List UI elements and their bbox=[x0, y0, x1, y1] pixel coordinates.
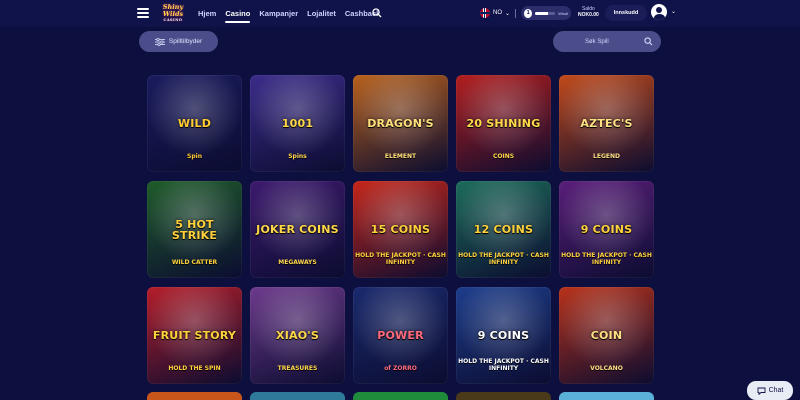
game-title: 20 SHINING bbox=[466, 117, 541, 130]
filter-label: Spilltilbyder bbox=[168, 38, 203, 45]
game-title: 15 COINS bbox=[370, 223, 431, 236]
main-nav: Hjem Casino Kampanjer Lojalitet Cashback bbox=[198, 0, 389, 27]
game-subtitle: ELEMENT bbox=[384, 153, 417, 160]
game-tile[interactable]: XIAO'S TREASURES bbox=[250, 287, 345, 384]
norway-flag-icon bbox=[480, 8, 490, 18]
game-tile[interactable]: 12 COINS HOLD THE JACKPOT · CASH INFINITY bbox=[456, 181, 551, 278]
game-tile-partial[interactable] bbox=[147, 392, 242, 400]
game-subtitle: VOLCANO bbox=[590, 365, 623, 372]
game-title: 12 COINS bbox=[473, 223, 534, 236]
game-tile[interactable]: 9 COINS HOLD THE JACKPOT · CASH INFINITY bbox=[559, 181, 654, 278]
nav-casino[interactable]: Casino bbox=[225, 7, 251, 23]
game-tile-partial[interactable] bbox=[559, 392, 654, 400]
game-title: 1001 bbox=[281, 117, 314, 130]
game-subtitle: HOLD THE JACKPOT · CASH INFINITY bbox=[458, 252, 549, 266]
game-subtitle: of ZORRO bbox=[384, 365, 417, 372]
search-placeholder: Søk Spill bbox=[585, 38, 609, 45]
game-tile[interactable]: 1001 Spins bbox=[250, 75, 345, 172]
game-tile[interactable]: FRUIT STORY HOLD THE SPIN bbox=[147, 287, 242, 384]
game-tile[interactable]: AZTEC'S LEGEND bbox=[559, 75, 654, 172]
game-tile[interactable]: DRAGON'S ELEMENT bbox=[353, 75, 448, 172]
game-subtitle: MEGAWAYS bbox=[278, 259, 317, 266]
game-title: WILD bbox=[177, 117, 212, 130]
game-tile[interactable]: WILD Spin bbox=[147, 75, 242, 172]
search-icon[interactable] bbox=[372, 8, 382, 18]
logo-subtext: CASINO bbox=[163, 18, 183, 22]
chat-label: Chat bbox=[768, 387, 784, 394]
level-label: Wisdi bbox=[558, 10, 568, 16]
game-title: AZTEC'S bbox=[580, 117, 633, 130]
divider bbox=[515, 8, 517, 18]
game-title: 9 COINS bbox=[477, 329, 530, 342]
game-title: COIN bbox=[590, 329, 623, 342]
game-title: POWER bbox=[377, 329, 424, 342]
game-subtitle: WILD CATTER bbox=[171, 259, 218, 266]
game-tile-partial[interactable] bbox=[250, 392, 345, 400]
game-subtitle: HOLD THE JACKPOT · CASH INFINITY bbox=[458, 358, 549, 372]
game-subtitle: Spins bbox=[288, 153, 307, 160]
logo-text: Shiny Wilds bbox=[162, 3, 184, 18]
deposit-button[interactable]: Innskudd bbox=[605, 5, 647, 21]
level-progress-bar bbox=[535, 11, 556, 15]
chat-bubble-icon bbox=[757, 387, 766, 395]
game-title: DRAGON'S bbox=[367, 117, 434, 130]
game-tile[interactable]: 15 COINS HOLD THE JACKPOT · CASH INFINITY bbox=[353, 181, 448, 278]
language-selector[interactable]: NO ⌄ bbox=[480, 6, 517, 20]
nav-promotions[interactable]: Kampanjer bbox=[259, 7, 298, 20]
game-title: FRUIT STORY bbox=[152, 329, 237, 342]
game-tile[interactable]: 9 COINS HOLD THE JACKPOT · CASH INFINITY bbox=[456, 287, 551, 384]
game-subtitle: HOLD THE JACKPOT · CASH INFINITY bbox=[355, 252, 446, 266]
chevron-down-icon[interactable]: ⌄ bbox=[671, 8, 676, 15]
game-subtitle: LEGEND bbox=[593, 153, 620, 160]
game-title: XIAO'S bbox=[276, 329, 319, 342]
game-subtitle: TREASURES bbox=[277, 365, 318, 372]
game-subtitle: COINS bbox=[492, 153, 515, 160]
loyalty-level[interactable]: 1 Wisdi bbox=[521, 6, 571, 20]
nav-loyalty[interactable]: Lojalitet bbox=[307, 7, 336, 20]
game-subtitle: HOLD THE SPIN bbox=[168, 365, 221, 372]
balance-value: NOK0.00 bbox=[578, 12, 599, 18]
balance-display: Saldo NOK0.00 bbox=[578, 6, 599, 18]
user-avatar-icon[interactable] bbox=[651, 4, 667, 20]
game-tile[interactable]: 5 HOT STRIKE WILD CATTER bbox=[147, 181, 242, 278]
game-tile[interactable]: JOKER COINS MEGAWAYS bbox=[250, 181, 345, 278]
language-code: NO bbox=[493, 10, 502, 16]
search-icon[interactable] bbox=[644, 37, 653, 46]
provider-filter-button[interactable]: Spilltilbyder bbox=[139, 31, 218, 52]
level-badge: 1 bbox=[524, 8, 533, 18]
chat-button[interactable]: Chat bbox=[747, 381, 793, 400]
top-header: Shiny Wilds CASINO Hjem Casino Kampanjer… bbox=[0, 0, 800, 27]
sliders-icon bbox=[154, 37, 165, 46]
game-tile[interactable]: COIN VOLCANO bbox=[559, 287, 654, 384]
game-tile[interactable]: 20 SHINING COINS bbox=[456, 75, 551, 172]
game-tile-partial[interactable] bbox=[353, 392, 448, 400]
game-tile[interactable]: POWER of ZORRO bbox=[353, 287, 448, 384]
menu-icon[interactable] bbox=[137, 8, 149, 18]
game-search-input[interactable]: Søk Spill bbox=[553, 31, 661, 52]
game-title: 9 COINS bbox=[580, 223, 633, 236]
casino-logo[interactable]: Shiny Wilds CASINO bbox=[155, 4, 191, 24]
game-subtitle: Spin bbox=[187, 153, 202, 160]
chevron-down-icon: ⌄ bbox=[505, 10, 511, 17]
nav-home[interactable]: Hjem bbox=[198, 7, 216, 20]
game-subtitle: HOLD THE JACKPOT · CASH INFINITY bbox=[561, 252, 652, 266]
game-title: JOKER COINS bbox=[256, 223, 339, 236]
game-tile-partial[interactable] bbox=[456, 392, 551, 400]
game-title: 5 HOT STRIKE bbox=[171, 217, 218, 242]
